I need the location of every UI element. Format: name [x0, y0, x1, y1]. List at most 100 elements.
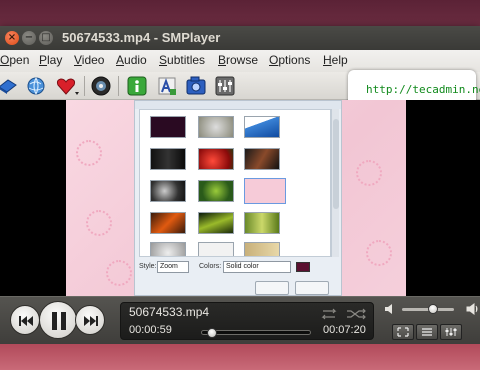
- open-url-icon[interactable]: [25, 75, 47, 97]
- volume-slider[interactable]: [402, 304, 454, 314]
- repeat-shuffle-icons[interactable]: [321, 307, 367, 321]
- color-swatch[interactable]: [296, 262, 310, 272]
- wallpaper-thumb[interactable]: [150, 242, 186, 256]
- wallpaper-thumb[interactable]: [244, 242, 280, 256]
- subtitles-icon[interactable]: [156, 75, 178, 97]
- menu-subtitles[interactable]: Subtitles: [159, 53, 205, 67]
- watermark-link-text: http://tecadmin.net: [366, 83, 480, 96]
- volume-icon[interactable]: [384, 302, 398, 316]
- video-area[interactable]: Style: Zoom Colors: Solid color: [0, 100, 480, 296]
- window-title: 50674533.mp4 - SMPlayer: [62, 30, 221, 45]
- wallpaper-thumb[interactable]: [150, 116, 186, 138]
- menu-bar: Open Play Video Audio Subtitles Browse O…: [0, 50, 480, 72]
- menu-subtitles-label: ubtitles: [167, 53, 206, 67]
- equalizer-icon[interactable]: [214, 75, 236, 97]
- menu-play[interactable]: Play: [39, 53, 62, 67]
- status-display: 50674533.mp4 00:00:59 00:07:20: [120, 302, 374, 340]
- playlist-button[interactable]: [416, 324, 438, 340]
- menu-video-mnemonic: V: [74, 53, 82, 67]
- minimize-window-button[interactable]: −: [22, 31, 36, 45]
- forward-icon: [84, 316, 98, 326]
- close-window-button[interactable]: ×: [5, 31, 19, 45]
- dialog-header: [135, 101, 341, 109]
- menu-audio-mnemonic: A: [116, 53, 125, 67]
- menu-open-label: pen: [9, 53, 30, 67]
- flower-decoration: [86, 210, 112, 236]
- menu-play-label: lay: [47, 53, 63, 67]
- disc-icon[interactable]: [90, 75, 112, 97]
- wallpaper-thumb[interactable]: [198, 116, 234, 138]
- wallpaper-thumb-selected[interactable]: [244, 178, 286, 204]
- seek-handle[interactable]: [206, 328, 217, 338]
- style-select[interactable]: Zoom: [157, 261, 189, 273]
- style-select-value: Zoom: [160, 263, 178, 270]
- wallpaper-thumb[interactable]: [198, 180, 234, 202]
- favorites-icon[interactable]: [55, 75, 79, 97]
- menu-help-mnemonic: H: [323, 53, 332, 67]
- playlist-icon: [422, 328, 432, 336]
- control-bar: 50674533.mp4 00:00:59 00:07:20: [0, 296, 480, 344]
- previous-button[interactable]: [10, 305, 40, 335]
- menu-open[interactable]: Open: [0, 53, 29, 67]
- background-dialog: Style: Zoom Colors: Solid color: [134, 100, 342, 296]
- desktop-bottom: [0, 344, 480, 370]
- pause-icon: [52, 312, 66, 330]
- menu-video[interactable]: Video: [74, 53, 104, 67]
- screenshot-icon[interactable]: [185, 75, 207, 97]
- flower-decoration: [366, 240, 392, 266]
- next-button[interactable]: [75, 305, 105, 335]
- fullscreen-button[interactable]: [392, 324, 414, 340]
- volume-high-icon[interactable]: [466, 302, 480, 316]
- dialog-button[interactable]: [295, 281, 329, 295]
- wallpaper-thumb[interactable]: [150, 212, 186, 234]
- seek-bar[interactable]: [201, 328, 311, 338]
- menu-options[interactable]: Options: [269, 53, 310, 67]
- menu-subtitles-mnemonic: S: [159, 53, 168, 67]
- wallpaper-thumb[interactable]: [150, 180, 186, 202]
- wallpaper-scrollbar[interactable]: [331, 109, 339, 257]
- volume-handle[interactable]: [428, 304, 439, 314]
- equalizer-icon: [445, 328, 457, 336]
- current-filename: 50674533.mp4: [129, 305, 210, 319]
- menu-browse-label: rowse: [226, 53, 259, 67]
- toolbar-separator: [118, 76, 119, 96]
- open-file-icon[interactable]: [0, 75, 18, 97]
- flower-decoration: [106, 260, 132, 286]
- menu-open-mnemonic: O: [0, 53, 10, 67]
- pause-button[interactable]: [39, 301, 77, 339]
- wallpaper-thumb[interactable]: [198, 212, 234, 234]
- wallpaper-thumb[interactable]: [198, 242, 234, 256]
- menu-audio-label: udio: [124, 53, 147, 67]
- wallpaper-thumb[interactable]: [150, 148, 186, 170]
- total-time: 00:07:20: [323, 324, 366, 336]
- wallpaper-thumb[interactable]: [244, 116, 280, 138]
- menu-browse[interactable]: Browse: [218, 53, 258, 67]
- wallpaper-thumb[interactable]: [244, 212, 280, 234]
- menu-help[interactable]: Help: [323, 53, 348, 67]
- fullscreen-icon: [397, 327, 409, 337]
- smplayer-window: × − □ 50674533.mp4 - SMPlayer Open Play …: [0, 26, 480, 344]
- colors-label: Colors:: [199, 263, 222, 270]
- desktop-top-panel: [0, 0, 480, 26]
- menu-video-label: ideo: [81, 53, 105, 67]
- toolbar-separator: [84, 76, 85, 96]
- elapsed-time: 00:00:59: [129, 324, 172, 336]
- dialog-button[interactable]: [255, 281, 289, 295]
- menu-browse-mnemonic: B: [218, 53, 227, 67]
- colors-select[interactable]: Solid color: [223, 261, 291, 273]
- flower-decoration: [356, 160, 382, 186]
- equalizer-button[interactable]: [440, 324, 462, 340]
- info-icon[interactable]: [126, 75, 148, 97]
- wallpaper-grid: [139, 109, 331, 257]
- title-bar: × − □ 50674533.mp4 - SMPlayer: [0, 26, 480, 50]
- menu-options-mnemonic: O: [269, 53, 279, 67]
- colors-select-value: Solid color: [226, 263, 259, 270]
- wallpaper-thumb[interactable]: [198, 148, 234, 170]
- maximize-window-button[interactable]: □: [39, 31, 53, 45]
- menu-options-label: ptions: [278, 53, 311, 67]
- menu-audio[interactable]: Audio: [116, 53, 147, 67]
- style-label: Style:: [139, 263, 157, 270]
- wallpaper-thumb[interactable]: [244, 148, 280, 170]
- scrollbar-thumb[interactable]: [333, 119, 339, 209]
- flower-decoration: [76, 140, 102, 166]
